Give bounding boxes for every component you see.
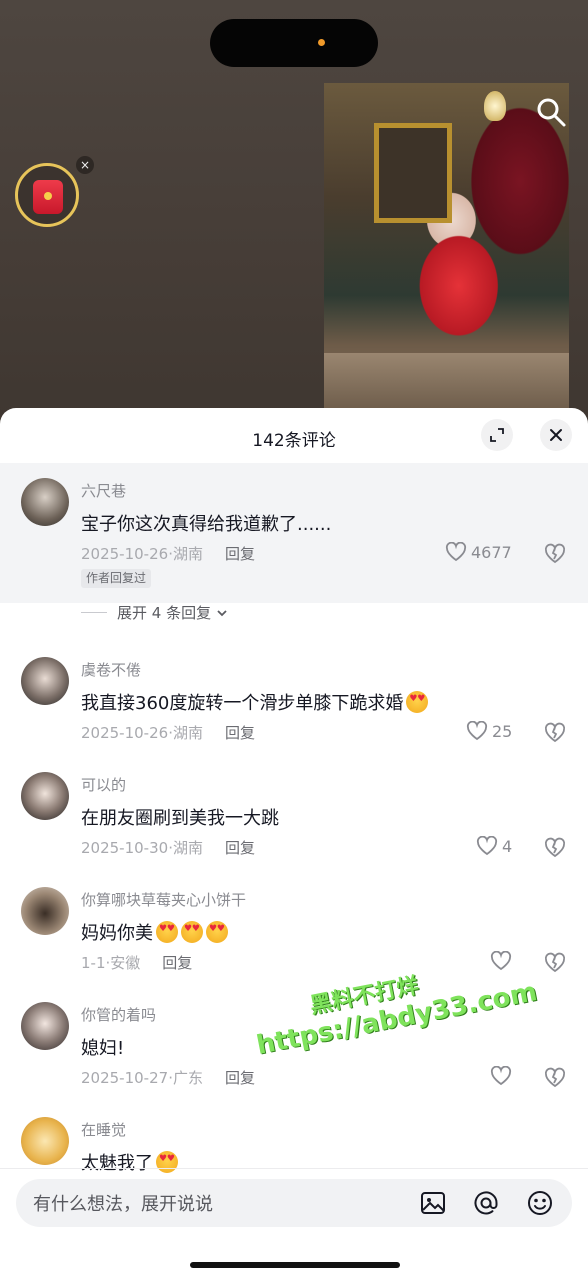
reply-button[interactable]: 回复: [162, 954, 192, 972]
reply-button[interactable]: 回复: [225, 1069, 255, 1087]
heart-icon: [490, 1065, 512, 1086]
reply-button[interactable]: 回复: [225, 839, 255, 857]
comment-input-placeholder[interactable]: 有什么想法，展开说说: [33, 1190, 213, 1216]
comment-meta: 1-1·安徽 回复: [81, 954, 193, 972]
close-sheet-button[interactable]: [540, 419, 572, 451]
comment-location: 湖南: [172, 545, 203, 563]
comment-text: 妈妈你美: [81, 919, 228, 945]
avatar[interactable]: [21, 772, 69, 820]
comment-location: 湖南: [172, 724, 203, 742]
expand-replies-label: 展开 4 条回复: [117, 604, 212, 622]
at-icon[interactable]: [472, 1189, 500, 1217]
heart-icon: [476, 835, 498, 856]
red-packet-widget[interactable]: [15, 163, 79, 227]
like-button[interactable]: [490, 1065, 516, 1086]
divider: [0, 1168, 588, 1169]
reply-button[interactable]: 回复: [225, 545, 255, 563]
comment-username[interactable]: 你算哪块草莓夹心小饼干: [81, 889, 246, 910]
broken-heart-icon[interactable]: [543, 1066, 567, 1090]
heart-eyes-emoji-icon: [406, 691, 429, 713]
comment-meta: 2025-10-27·广东 回复: [81, 1069, 255, 1087]
fullscreen-icon: [490, 428, 504, 442]
image-icon[interactable]: [419, 1189, 447, 1217]
comment-date: 2025-10-26: [81, 724, 169, 742]
avatar[interactable]: [21, 887, 69, 935]
heart-eyes-emoji-icon: [181, 921, 203, 943]
close-icon: [550, 429, 562, 441]
heart-icon: [490, 950, 512, 971]
broken-heart-icon[interactable]: [543, 542, 567, 566]
chevron-down-icon: [217, 610, 227, 617]
fullscreen-button[interactable]: [481, 419, 513, 451]
heart-eyes-emoji-icon: [206, 921, 228, 943]
author-replied-tag: 作者回复过: [81, 569, 152, 588]
comment-text: 我直接360度旋转一个滑步单膝下跪求婚: [81, 689, 429, 715]
dynamic-island: [210, 19, 378, 67]
comment-text: 在朋友圈刷到美我一大跳: [81, 808, 279, 829]
avatar[interactable]: [21, 1002, 69, 1050]
comment-meta: 2025-10-26·湖南 回复: [81, 724, 255, 742]
like-count: 4677: [471, 543, 512, 562]
comment-username[interactable]: 六尺巷: [81, 480, 126, 501]
comment-username[interactable]: 在睡觉: [81, 1119, 126, 1140]
face-emoji-icon: [156, 1151, 178, 1173]
video-thumbnail[interactable]: [324, 83, 569, 410]
search-icon[interactable]: [534, 95, 568, 129]
emoji-icon[interactable]: [526, 1189, 554, 1217]
comment-meta: 2025-10-26·湖南 回复: [81, 545, 255, 563]
comment-location: 湖南: [172, 839, 203, 857]
comment-username[interactable]: 虞卷不倦: [81, 659, 141, 680]
expand-replies-button[interactable]: 展开 4 条回复: [81, 602, 228, 623]
home-indicator[interactable]: [190, 1262, 400, 1268]
broken-heart-icon[interactable]: [543, 951, 567, 975]
like-count: 25: [492, 722, 513, 741]
like-count: 4: [502, 837, 513, 856]
comment-date: 2025-10-27: [81, 1069, 169, 1087]
lamp: [484, 91, 506, 121]
comment-date: 2025-10-30: [81, 839, 169, 857]
heart-icon: [466, 720, 488, 741]
like-button[interactable]: 4: [476, 835, 513, 856]
comment-location: 广东: [172, 1069, 203, 1087]
comment-date: 1-1: [81, 954, 106, 972]
avatar[interactable]: [21, 657, 69, 705]
close-icon[interactable]: ×: [76, 156, 94, 174]
comment-text: 太魅我了: [81, 1149, 178, 1175]
divider: [81, 612, 107, 613]
heart-eyes-emoji-icon: [156, 921, 178, 943]
like-button[interactable]: 25: [466, 720, 513, 741]
comment-text: 媳妇!: [81, 1038, 125, 1059]
comment-username[interactable]: 你管的着吗: [81, 1004, 156, 1025]
comment-date: 2025-10-26: [81, 545, 169, 563]
painting-frame: [374, 123, 452, 223]
comment-text: 宝子你这次真得给我道歉了......: [81, 514, 332, 535]
red-packet-icon: [33, 180, 63, 214]
heart-icon: [445, 541, 467, 562]
broken-heart-icon[interactable]: [543, 836, 567, 860]
comment-username[interactable]: 可以的: [81, 774, 126, 795]
broken-heart-icon[interactable]: [543, 721, 567, 745]
table: [324, 353, 569, 410]
like-button[interactable]: 4677: [445, 541, 512, 562]
reply-button[interactable]: 回复: [225, 724, 255, 742]
recording-indicator: [318, 39, 325, 46]
avatar[interactable]: [21, 478, 69, 526]
like-button[interactable]: [490, 950, 516, 971]
comment-meta: 2025-10-30·湖南 回复: [81, 839, 255, 857]
avatar[interactable]: [21, 1117, 69, 1165]
comment-location: 安徽: [110, 954, 141, 972]
